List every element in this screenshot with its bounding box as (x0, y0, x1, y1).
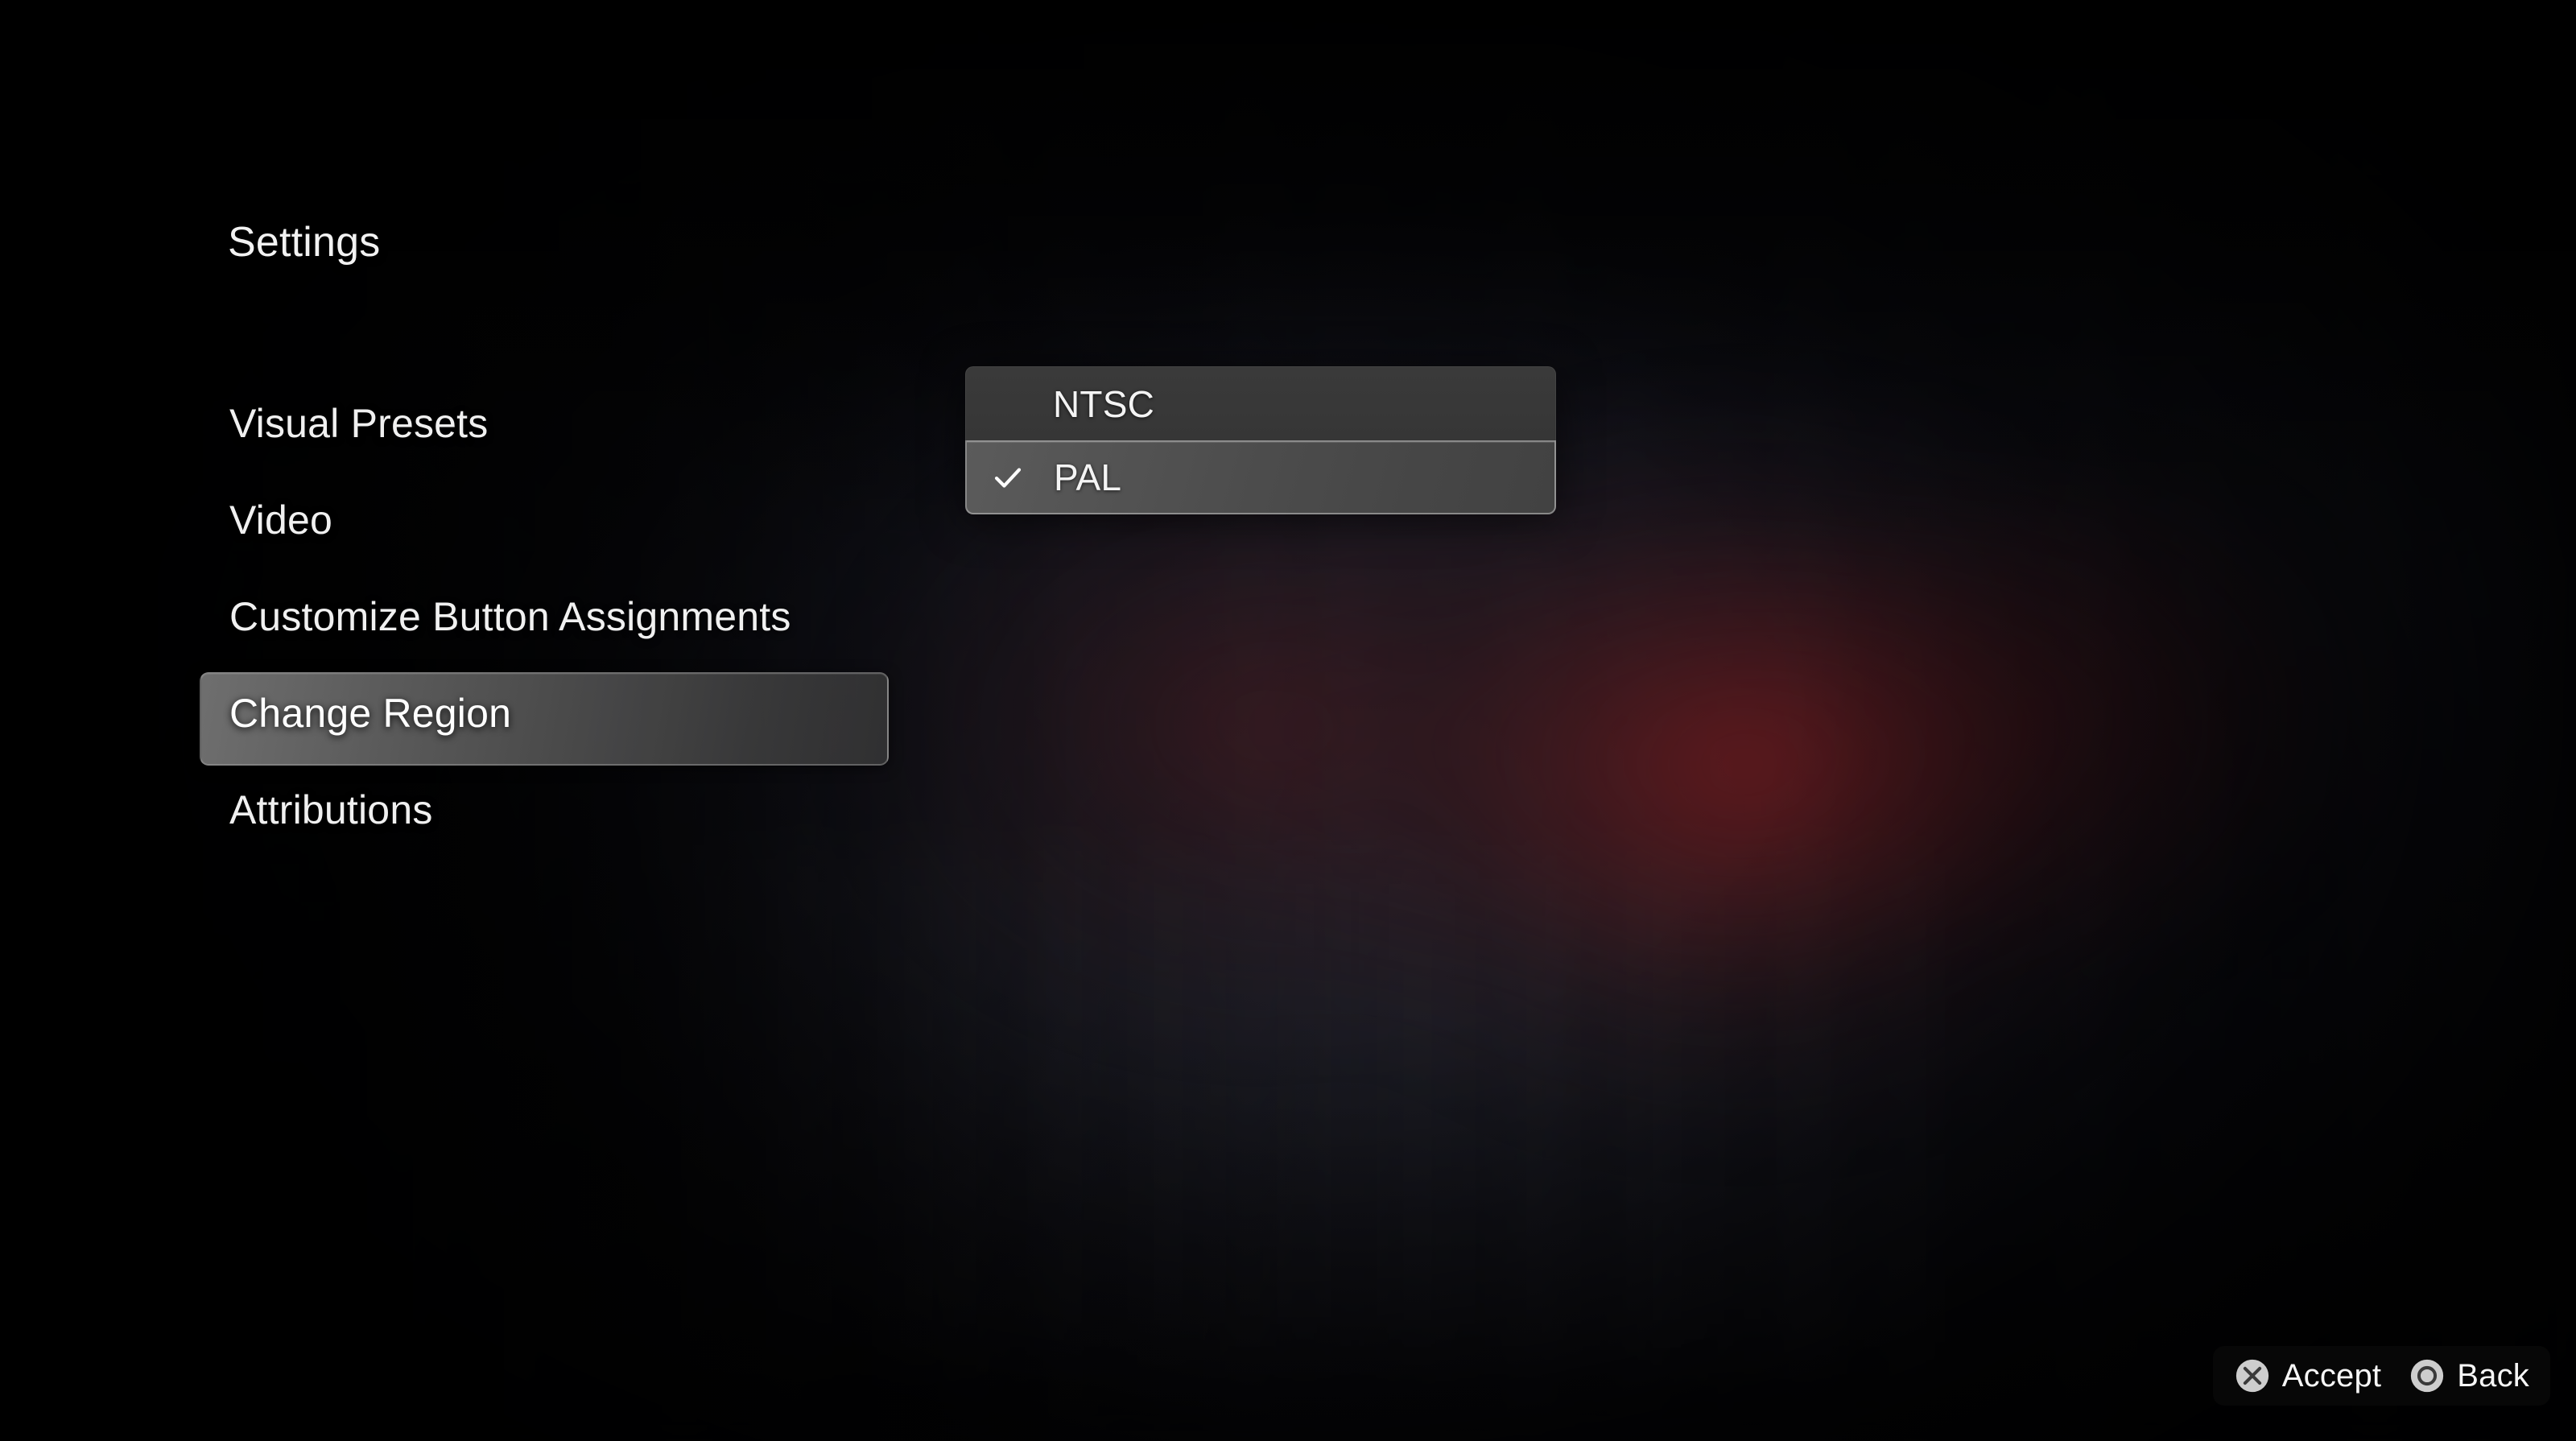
sidebar-item-change-region[interactable]: Change Region (0, 665, 1127, 766)
prompt-back[interactable]: Back (2409, 1357, 2529, 1394)
prompt-accept[interactable]: Accept (2234, 1357, 2382, 1394)
prompt-label: Back (2457, 1358, 2529, 1394)
prompt-label: Accept (2281, 1358, 2382, 1394)
dropdown-option-ntsc[interactable]: NTSC (965, 366, 1556, 440)
sidebar-item-video[interactable]: Video (0, 472, 1127, 568)
settings-panel: Settings Visual Presets Video Customize … (0, 0, 1127, 886)
playstation-cross-icon (2235, 1359, 2268, 1393)
checkmark-icon (991, 460, 1025, 494)
settings-screen: Settings Visual Presets Video Customize … (0, 0, 2576, 1441)
dropdown-option-label: NTSC (1053, 382, 1155, 425)
dropdown-option-pal[interactable]: PAL (965, 440, 1556, 514)
dropdown-option-label: PAL (1054, 456, 1122, 498)
sidebar-item-label: Attributions (229, 787, 433, 832)
sidebar-item-attributions[interactable]: Attributions (0, 762, 1127, 858)
region-dropdown[interactable]: NTSC PAL (965, 366, 1556, 514)
button-prompt-bar: Accept Back (2212, 1346, 2550, 1406)
background-corridor-blur (708, 845, 1916, 1360)
sidebar-item-label: Video (229, 498, 332, 543)
sidebar-item-customize-button-assignments[interactable]: Customize Button Assignments (0, 568, 1127, 665)
sidebar-item-label: Visual Presets (229, 401, 489, 446)
sidebar-item-label: Customize Button Assignments (229, 594, 791, 639)
sidebar-item-label: Change Region (229, 691, 512, 736)
sidebar-item-visual-presets[interactable]: Visual Presets (0, 375, 1127, 472)
playstation-circle-icon (2411, 1359, 2444, 1393)
settings-menu-list: Visual Presets Video Customize Button As… (0, 375, 1127, 858)
page-title: Settings (228, 219, 381, 266)
